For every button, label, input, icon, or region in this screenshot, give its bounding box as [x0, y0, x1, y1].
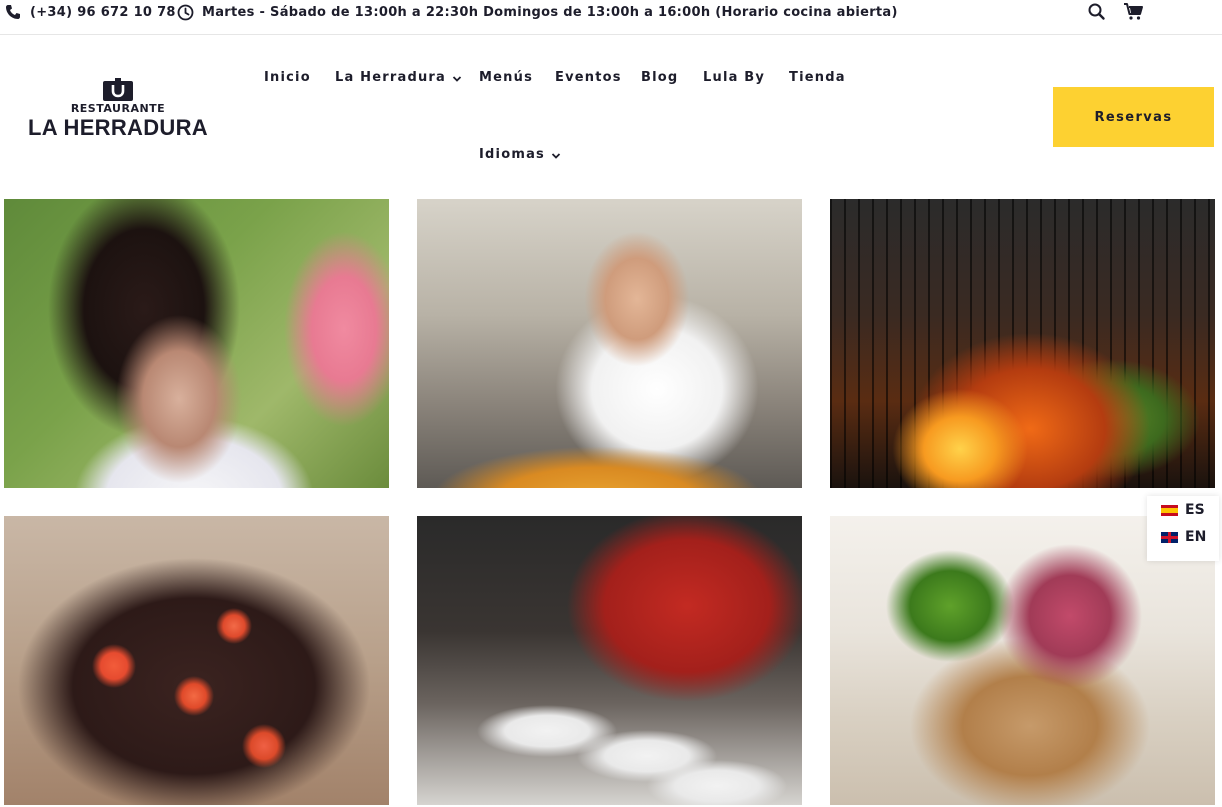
language-code: EN: [1185, 529, 1207, 545]
chef-portrait-photo[interactable]: [4, 199, 389, 488]
language-switcher: ES EN: [1147, 496, 1219, 561]
clock-icon: [176, 3, 194, 21]
uk-flag-icon: [1161, 531, 1178, 543]
phone-icon: [4, 3, 22, 21]
search-icon[interactable]: [1087, 2, 1107, 22]
phone-number: (+34) 96 672 10 78: [30, 4, 176, 20]
spain-flag-icon: [1161, 504, 1178, 516]
nav-item-label: La Herradura: [335, 70, 447, 85]
plating-kitchen-photo[interactable]: [417, 516, 802, 805]
chevron-down-icon: [551, 150, 561, 160]
nav-item-tienda[interactable]: Tienda: [789, 70, 846, 85]
nav-item-label: Idiomas: [479, 147, 545, 162]
paella-event-photo[interactable]: [417, 199, 802, 488]
reservas-button[interactable]: Reservas: [1053, 87, 1214, 147]
language-option-es[interactable]: ES: [1161, 502, 1205, 518]
horseshoe-logo-icon: [102, 77, 134, 103]
nav-item-idiomas[interactable]: Idiomas: [479, 147, 561, 162]
nav-item-label: Inicio: [264, 70, 311, 85]
phone-contact[interactable]: (+34) 96 672 10 78: [4, 0, 176, 24]
nav-item-label: Eventos: [555, 70, 622, 85]
opening-hours: Martes - Sábado de 13:00h a 22:30h Domin…: [176, 0, 898, 24]
nav-item-label: Blog: [641, 70, 679, 85]
grill-fire-photo[interactable]: [830, 199, 1215, 488]
nav-item-label: Menús: [479, 70, 534, 85]
nav-item-la-herradura[interactable]: La Herradura: [335, 70, 462, 85]
language-code: ES: [1185, 502, 1205, 518]
opening-hours-text: Martes - Sábado de 13:00h a 22:30h Domin…: [202, 4, 898, 20]
nav-item-eventos[interactable]: Eventos: [555, 70, 622, 85]
nav-item-label: Tienda: [789, 70, 846, 85]
nav-item-lula-by[interactable]: Lula By: [703, 70, 765, 85]
logo-subtitle: RESTAURANTE: [70, 102, 166, 115]
logo-title: LA HERRADURA: [28, 115, 208, 140]
top-bar: (+34) 96 672 10 78 Martes - Sábado de 13…: [0, 0, 1222, 35]
chevron-down-icon: [452, 73, 462, 83]
site-logo[interactable]: RESTAURANTE LA HERRADURA: [18, 77, 218, 143]
nav-item-blog[interactable]: Blog: [641, 70, 678, 85]
site-header: RESTAURANTE LA HERRADURA Inicio La Herra…: [0, 35, 1222, 199]
nav-item-label: Lula By: [703, 70, 766, 85]
nav-item-inicio[interactable]: Inicio: [264, 70, 311, 85]
cart-icon[interactable]: [1123, 2, 1145, 22]
language-option-en[interactable]: EN: [1161, 529, 1206, 545]
tomato-dish-photo[interactable]: [4, 516, 389, 805]
nav-item-menus[interactable]: Menús: [479, 70, 533, 85]
